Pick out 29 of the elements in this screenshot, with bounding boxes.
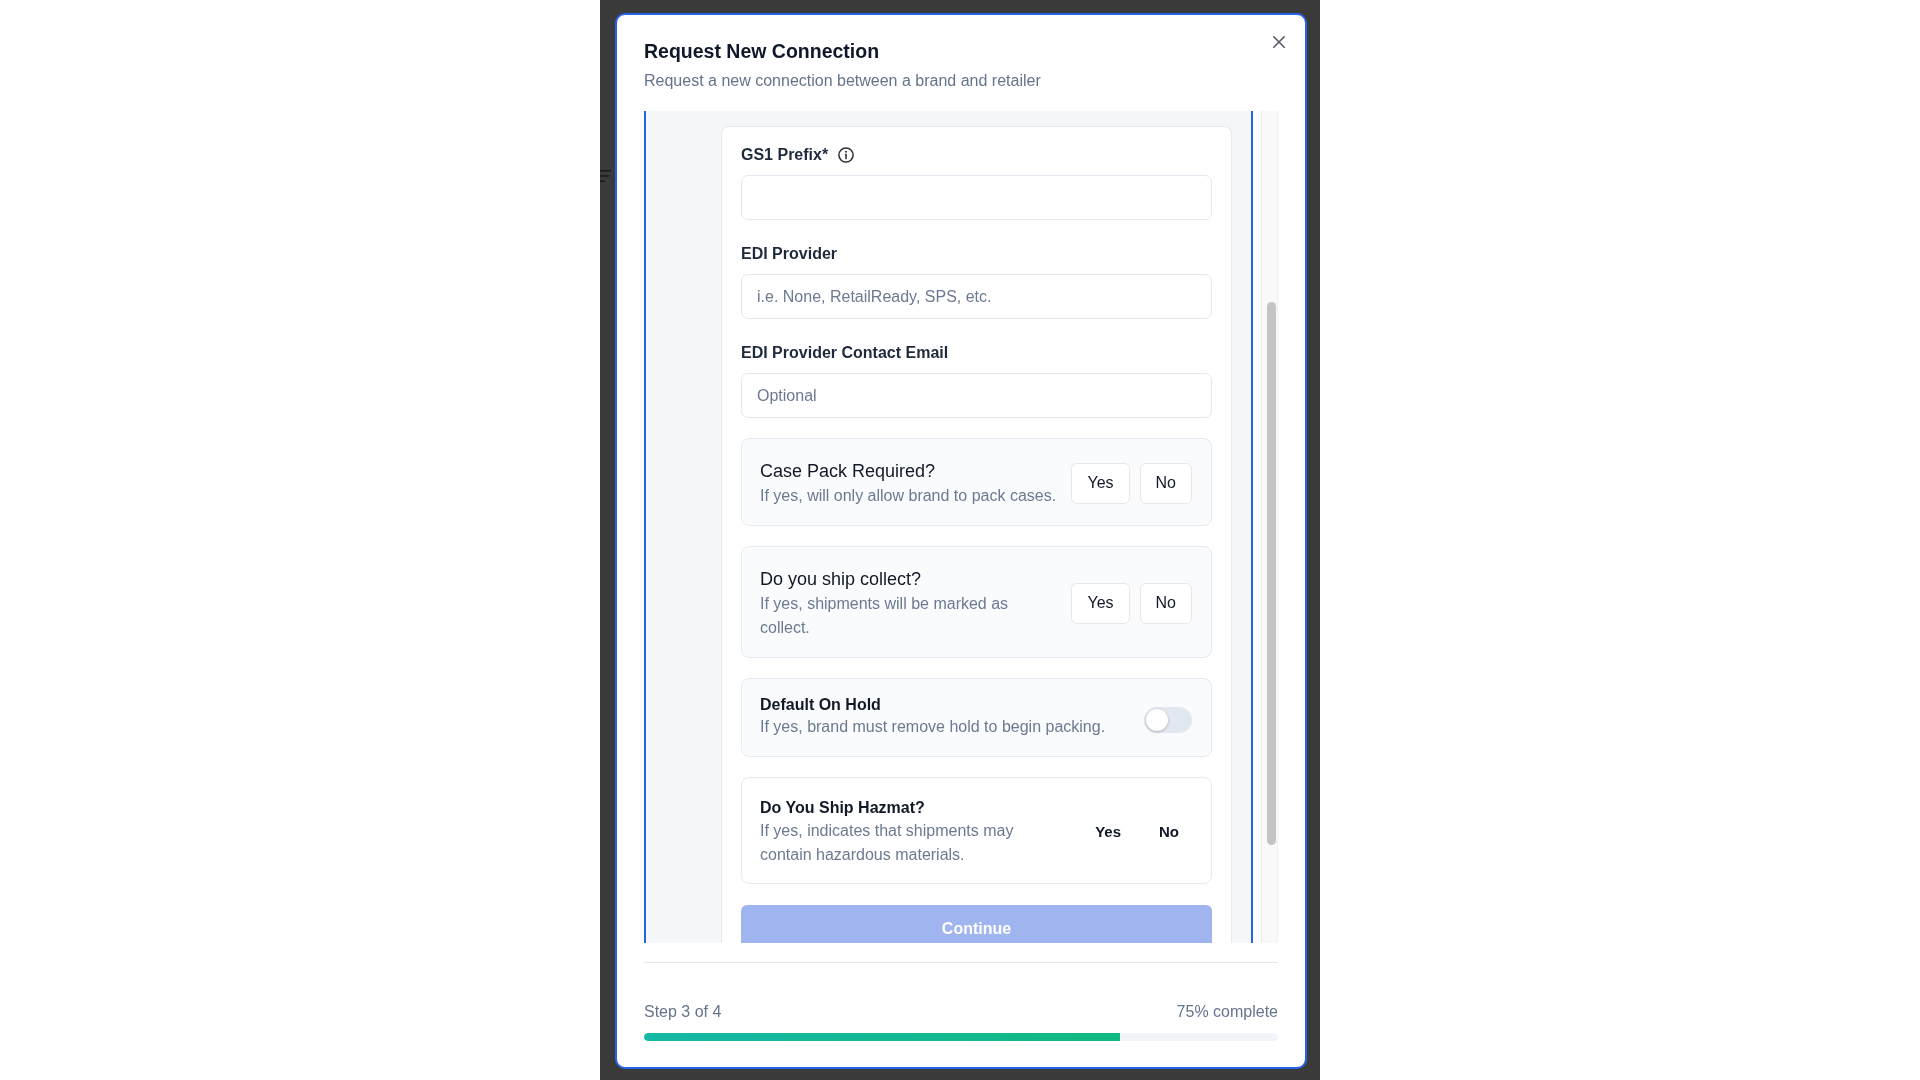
close-icon[interactable] <box>1273 36 1285 48</box>
text-field[interactable]: Optional <box>741 373 1212 418</box>
option-button[interactable]: Yes <box>1071 462 1130 504</box>
question-description: If yes, will only allow brand to pack cases. <box>760 486 1058 506</box>
question-title: Case Pack Required? <box>760 460 937 483</box>
option-button[interactable]: No <box>1139 462 1192 504</box>
scrollbar-thumb[interactable] <box>1267 302 1276 845</box>
field-label: GS1 Prefix* <box>741 145 829 165</box>
question-title: Do you ship collect? <box>760 568 923 591</box>
question-description: If yes, indicates that shipments may contain hazardous materials. <box>760 821 1015 865</box>
question-description: If yes, shipments will be marked as collect. <box>760 594 1010 638</box>
percent-label: 75% complete <box>1176 1002 1278 1022</box>
lines-icon <box>600 170 611 182</box>
info-icon[interactable] <box>838 147 855 163</box>
question-title: Default On Hold <box>760 695 882 715</box>
field-label: EDI Provider Contact Email <box>741 343 949 363</box>
text-field[interactable]: i.e. None, RetailReady, SPS, etc. <box>741 274 1212 319</box>
question-title: Do You Ship Hazmat? <box>760 798 926 818</box>
field-label: EDI Provider <box>741 244 838 264</box>
text-field[interactable] <box>741 175 1212 220</box>
dialog-subtitle: Request a new connection between a brand and retailer <box>644 71 1042 91</box>
option-button[interactable]: Yes <box>1082 813 1134 850</box>
step-label: Step 3 of 4 <box>644 1002 722 1022</box>
option-button[interactable]: Yes <box>1071 582 1130 624</box>
option-button[interactable]: No <box>1139 582 1192 624</box>
dialog-title: Request New Connection <box>644 39 881 64</box>
question-description: If yes, brand must remove hold to begin packing. <box>760 717 1107 737</box>
option-button[interactable]: No <box>1146 813 1192 850</box>
toggle-switch[interactable] <box>1144 707 1192 733</box>
